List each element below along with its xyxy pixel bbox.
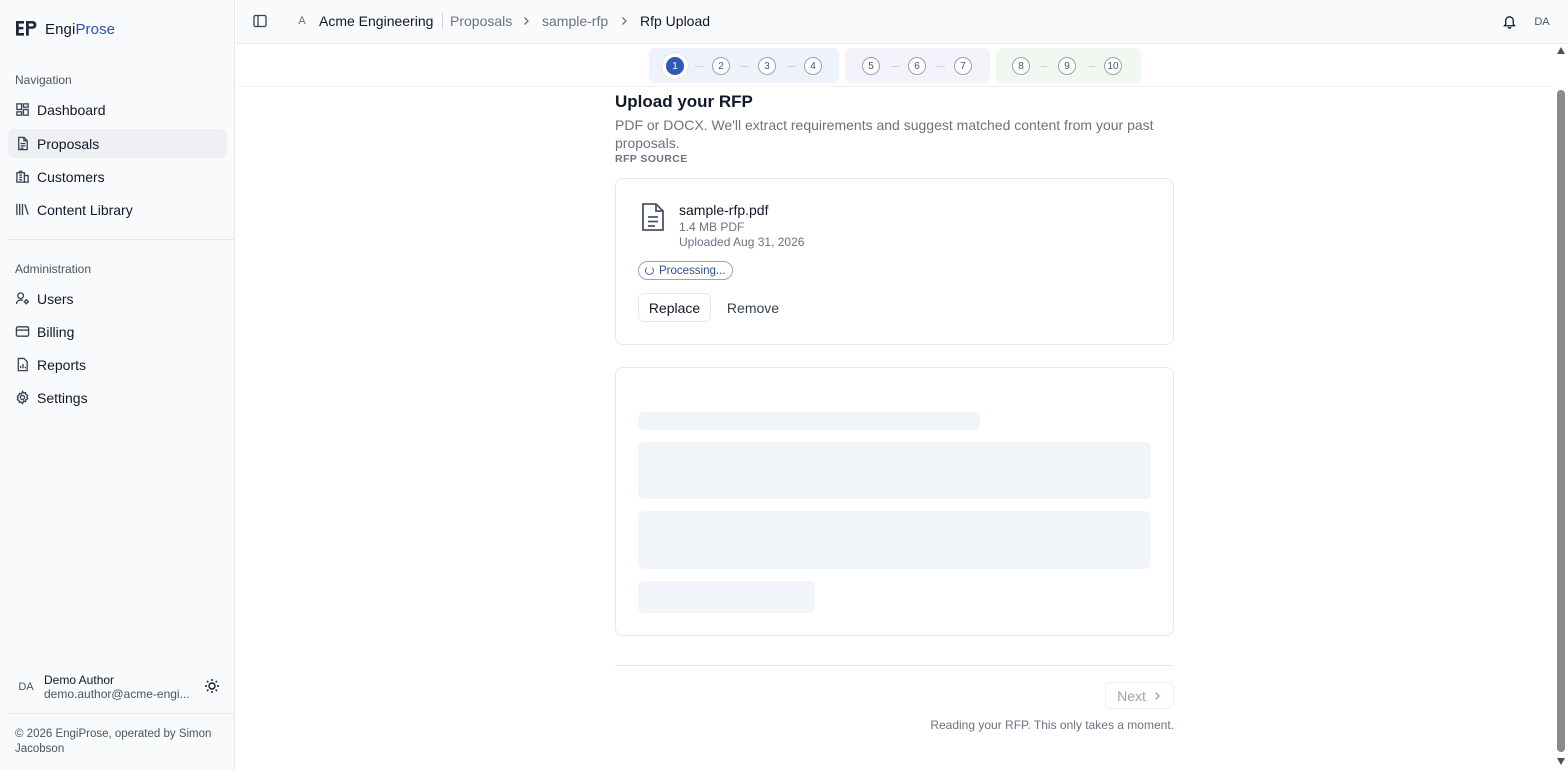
library-icon xyxy=(16,203,29,216)
step-4[interactable]: 4 xyxy=(804,57,822,75)
sidebar-item-proposals[interactable]: Proposals xyxy=(8,129,227,158)
user-name: Demo Author xyxy=(44,673,115,687)
step-connector xyxy=(1087,66,1095,67)
step-connector xyxy=(787,66,795,67)
scroll-down-arrow-icon[interactable] xyxy=(1557,758,1565,765)
file-size: 1.4 MB PDF xyxy=(679,220,745,234)
credit-card-icon xyxy=(15,326,30,337)
sidebar-item-label: Users xyxy=(37,290,74,307)
sidebar-item-reports[interactable]: Reports xyxy=(8,350,227,379)
breadcrumb-sample-rfp[interactable]: sample-rfp xyxy=(542,13,608,29)
rfp-source-label: RFP SOURCE xyxy=(615,153,688,165)
spinner-icon xyxy=(645,266,654,275)
sidebar-item-label: Dashboard xyxy=(37,101,106,118)
loading-skeleton-card xyxy=(615,367,1174,636)
chevron-right-icon xyxy=(1154,691,1160,700)
avatar: DA xyxy=(18,681,34,693)
step-10[interactable]: 10 xyxy=(1104,57,1122,75)
administration-section-label: Administration xyxy=(15,262,92,276)
status-text: Processing... xyxy=(659,264,726,277)
workspace-name[interactable]: Acme Engineering xyxy=(319,13,433,29)
scroll-thumb[interactable] xyxy=(1557,90,1565,752)
sidebar-footer-divider xyxy=(8,713,235,714)
page-scrollbar[interactable] xyxy=(1554,44,1568,770)
step-7[interactable]: 7 xyxy=(954,57,972,75)
sidebar-toggle-icon[interactable] xyxy=(253,14,267,28)
step-5[interactable]: 5 xyxy=(862,57,880,75)
building-icon xyxy=(16,170,29,183)
sidebar-item-label: Billing xyxy=(37,323,75,340)
file-name: sample-rfp.pdf xyxy=(679,202,769,218)
sidebar-item-label: Reports xyxy=(37,356,87,373)
step-8[interactable]: 8 xyxy=(1012,57,1030,75)
page-title: Upload your RFP xyxy=(615,92,753,111)
sun-icon[interactable] xyxy=(204,678,220,694)
brand-name: EngiProse xyxy=(45,20,116,38)
remove-button[interactable]: Remove xyxy=(719,293,787,322)
status-badge: Processing... xyxy=(638,261,734,280)
avatar[interactable]: DA xyxy=(1532,12,1552,32)
sidebar-item-customers[interactable]: Customers xyxy=(8,162,227,191)
scroll-up-arrow-icon[interactable] xyxy=(1557,47,1565,54)
step-3[interactable]: 3 xyxy=(758,57,776,75)
gear-icon xyxy=(16,390,29,405)
next-button[interactable]: Next xyxy=(1105,682,1174,709)
sidebar-item-users[interactable]: Users xyxy=(8,284,227,313)
sidebar: EngiProse Navigation Dashboard Proposals… xyxy=(0,0,235,770)
document-icon xyxy=(18,136,28,151)
step-group-1: 1 2 3 4 xyxy=(649,48,839,83)
report-icon xyxy=(17,357,28,372)
wizard-stepper: 1 2 3 4 5 6 7 8 9 10 xyxy=(236,44,1554,87)
ep-logo-icon xyxy=(16,21,37,36)
sidebar-item-billing[interactable]: Billing xyxy=(8,317,227,346)
navigation-section-label: Navigation xyxy=(15,73,72,87)
brand[interactable]: EngiProse xyxy=(15,18,115,40)
sidebar-item-content-library[interactable]: Content Library xyxy=(8,195,227,224)
chevron-right-icon xyxy=(524,17,529,25)
step-connector xyxy=(1041,66,1049,67)
breadcrumb-proposals[interactable]: Proposals xyxy=(450,13,512,29)
step-6[interactable]: 6 xyxy=(908,57,926,75)
uploaded-file-card: sample-rfp.pdf 1.4 MB PDF Uploaded Aug 3… xyxy=(615,178,1174,345)
step-1[interactable]: 1 xyxy=(666,57,684,75)
page-subtitle: PDF or DOCX. We'll extract requirements … xyxy=(615,117,1154,151)
bell-icon[interactable] xyxy=(1502,14,1517,29)
step-connector xyxy=(937,66,945,67)
user-menu[interactable]: DA Demo Author demo.author@acme-engi... xyxy=(15,672,225,702)
sidebar-item-label: Settings xyxy=(37,389,88,406)
skeleton-block xyxy=(638,442,1151,499)
step-group-2: 5 6 7 xyxy=(845,48,990,83)
skeleton-block xyxy=(638,511,1151,569)
step-9[interactable]: 9 xyxy=(1058,57,1076,75)
sidebar-item-label: Content Library xyxy=(37,201,133,218)
workspace-avatar[interactable]: A xyxy=(293,12,311,30)
sidebar-item-label: Customers xyxy=(37,168,105,185)
step-connector xyxy=(695,66,703,67)
next-button-label: Next xyxy=(1117,687,1146,704)
sidebar-item-settings[interactable]: Settings xyxy=(8,383,227,412)
step-connector xyxy=(891,66,899,67)
skeleton-line xyxy=(638,581,815,613)
chevron-right-icon xyxy=(622,17,627,25)
footer-hint: Reading your RFP. This only takes a mome… xyxy=(930,718,1174,732)
step-connector xyxy=(741,66,749,67)
breadcrumb-current-page: Rfp Upload xyxy=(640,13,711,29)
header-separator xyxy=(442,13,443,29)
skeleton-line xyxy=(638,412,980,430)
user-email: demo.author@acme-engi... xyxy=(44,687,190,701)
sidebar-item-dashboard[interactable]: Dashboard xyxy=(8,95,227,124)
footer-divider xyxy=(615,665,1174,666)
replace-button[interactable]: Replace xyxy=(638,293,711,322)
copyright-text: © 2026 EngiProse, operated by Simon Jaco… xyxy=(15,728,212,755)
file-text-icon xyxy=(642,203,664,231)
top-header: A Acme Engineering Proposals sample-rfp … xyxy=(236,0,1568,44)
step-2[interactable]: 2 xyxy=(712,57,730,75)
user-cog-icon xyxy=(15,292,29,305)
step-group-3: 8 9 10 xyxy=(996,48,1141,83)
file-upload-date: Uploaded Aug 31, 2026 xyxy=(679,235,805,249)
dashboard-icon xyxy=(16,103,29,116)
sidebar-item-label: Proposals xyxy=(37,135,100,152)
sidebar-divider xyxy=(8,239,235,240)
